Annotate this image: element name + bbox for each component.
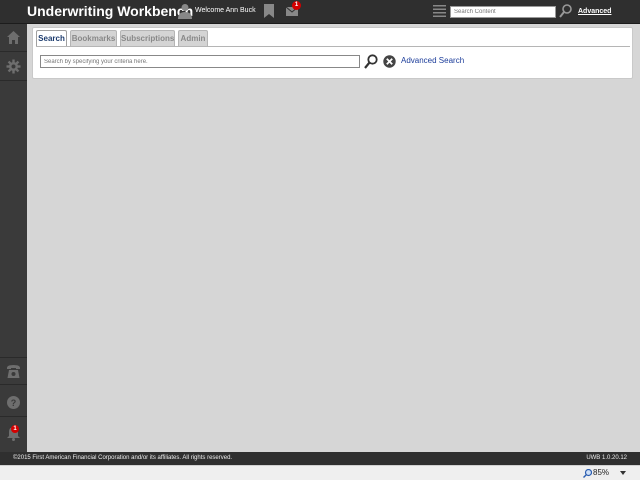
tab-subscriptions[interactable]: Subscriptions [120, 30, 175, 46]
home-icon [7, 31, 20, 44]
tab-admin[interactable]: Admin [178, 30, 208, 46]
footer: ©2015 First American Financial Corporati… [0, 452, 640, 465]
version-text: UWB 1.0.20.12 [586, 455, 627, 461]
zoom-icon[interactable] [583, 469, 592, 478]
sidebar-item-home[interactable] [0, 24, 27, 52]
sidebar-item-settings[interactable] [0, 53, 27, 81]
sidebar-item-help[interactable]: ? [0, 389, 27, 417]
svg-text:?: ? [11, 398, 17, 408]
welcome-text: Welcome Ann Buck [195, 7, 256, 14]
clear-icon[interactable] [383, 55, 396, 68]
criteria-search-input[interactable] [40, 55, 360, 68]
tab-divider [36, 46, 630, 47]
tab-bookmarks[interactable]: Bookmarks [70, 30, 117, 46]
tab-search[interactable]: Search [36, 30, 67, 47]
gear-icon [6, 59, 21, 74]
search-icon[interactable] [364, 54, 378, 69]
user-icon[interactable] [178, 3, 192, 19]
advanced-link[interactable]: Advanced [578, 8, 611, 15]
advanced-search-link[interactable]: Advanced Search [401, 56, 464, 65]
browser-status-bar: 85% [0, 465, 640, 480]
phone-icon [7, 365, 20, 378]
search-icon[interactable] [559, 4, 572, 18]
content-search-input[interactable] [450, 6, 556, 18]
chevron-down-icon[interactable] [620, 471, 626, 475]
mail-count-badge: 1 [292, 1, 301, 10]
bookmark-icon[interactable] [264, 4, 274, 18]
app-title: Underwriting Workbench [27, 3, 194, 19]
copyright-text: ©2015 First American Financial Corporati… [13, 455, 233, 461]
zoom-level[interactable]: 85% [593, 468, 609, 477]
search-panel: Search Bookmarks Subscriptions Admin Adv… [32, 27, 633, 79]
notification-count-badge: 1 [11, 425, 19, 433]
top-header: Underwriting Workbench Welcome Ann Buck … [0, 0, 640, 24]
sidebar-item-contact[interactable] [0, 357, 27, 385]
list-view-icon[interactable] [433, 5, 446, 17]
help-icon: ? [7, 396, 20, 409]
left-sidebar: ? 1 [0, 24, 27, 452]
